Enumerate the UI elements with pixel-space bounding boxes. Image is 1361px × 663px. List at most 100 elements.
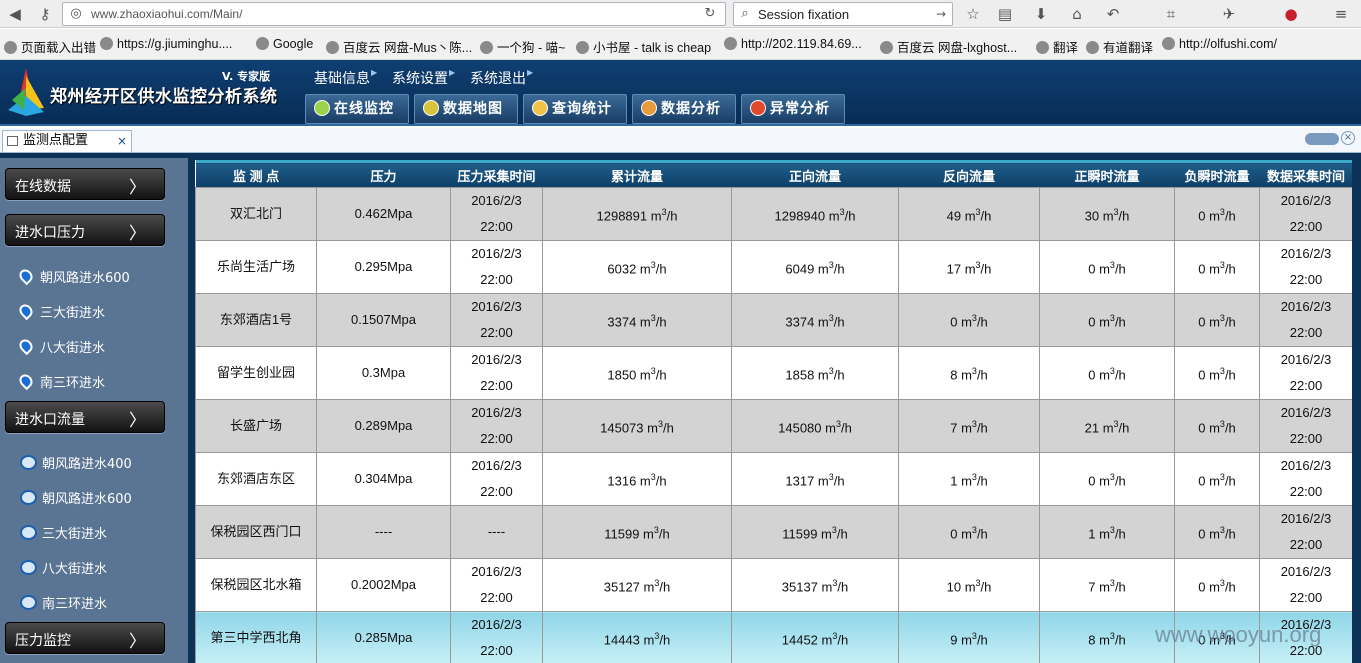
bookmark-item[interactable]: 小书屋 - talk is cheap [576,37,711,56]
crop-icon[interactable]: ⌗ [1160,3,1182,25]
unit-base: m [650,208,662,224]
unit-tail: /h [1118,208,1130,224]
cell-pos-inst: 21 m3/h [1039,399,1175,453]
unit-base: m [1209,526,1220,542]
sidebar-item[interactable]: 三大街进水 [20,523,107,549]
table-row[interactable]: 长盛广场 0.289Mpa 2016/2/3 22:00 145073 m3/h 1450… [195,399,1352,453]
bookmark-item[interactable]: 百度云 网盘-Mus丶陈... [326,37,472,56]
reading-list-icon[interactable]: ▤ [994,3,1016,25]
tab-close-icon[interactable]: × [117,131,127,151]
unit-tail: /h [833,473,845,489]
nav-query-stats-button[interactable]: 查询统计 [523,94,627,124]
cell-value: 10 [946,579,962,595]
bookmark-star-icon[interactable]: ☆ [962,3,984,25]
table-row[interactable]: 东郊酒店1号 0.1507Mpa 2016/2/3 22:00 3374 m3/h 337… [195,293,1352,347]
cell-forward: 1317 m3/h [731,452,899,506]
cell-date: 2016/2/3 [1280,246,1332,261]
reload-icon[interactable]: ↻ [699,3,721,25]
search-input[interactable]: Session fixation [758,7,849,22]
cell-date: 2016/2/3 [1280,193,1332,208]
sidebar-section-inlet-pressure[interactable]: 进水口压力〉 [5,214,165,246]
unit-base: m [639,314,651,330]
search-box[interactable]: ⌕ Session fixation → [733,2,953,26]
cell-total: 1298891 m3/h [542,187,732,241]
menu-system-exit[interactable]: 系统退出▶ [470,68,533,88]
bookmark-item[interactable]: 百度云 网盘-lxghost... [880,37,1017,56]
bookmark-item[interactable]: Google [256,37,313,51]
bookmark-item[interactable]: http://olfushi.com/ [1162,37,1277,51]
location-pin-icon [16,371,36,391]
nav-online-monitor-button[interactable]: 在线监控 [305,94,409,124]
plugin-icon[interactable]: ✈ [1218,3,1240,25]
close-all-icon[interactable]: × [1341,131,1355,145]
unit-base: m [961,526,972,542]
nav-data-map-button[interactable]: 数据地图 [414,94,518,124]
table-row[interactable]: 保税园区西门口 ---- ---- 11599 m3/h 11599 m3/h 0 m3/… [195,505,1352,559]
menu-icon[interactable]: ≡ [1330,3,1352,25]
bookmark-item[interactable]: 翻译 [1036,37,1078,56]
sidebar-item[interactable]: 南三环进水 [16,371,105,398]
flow-meter-icon [20,525,37,540]
sidebar-item[interactable]: 朝风路进水400 [20,453,132,479]
home-icon[interactable]: ⌂ [1066,3,1088,25]
sidebar-item[interactable]: 朝风路进水600 [16,266,130,293]
addon-icon[interactable]: ● [1280,3,1302,25]
unit-base: m [643,579,655,595]
table-row[interactable]: 东郊酒店东区 0.304Mpa 2016/2/3 22:00 1316 m3/h 1317… [195,452,1352,506]
page-icon [1036,41,1049,54]
bookmark-item[interactable]: 有道翻译 [1086,37,1153,56]
unit-tail: /h [841,420,852,436]
nav-anomaly-analysis-button[interactable]: 异常分析 [741,94,845,124]
cell-pressure: 0.295Mpa [316,240,451,294]
bookmark-item[interactable]: 页面载入出错 [4,37,96,56]
cell-time: 22:00 [480,378,513,393]
unit-base: m [639,473,651,489]
sidebar-section-pressure-monitor[interactable]: 压力监控〉 [5,622,165,654]
menu-system-settings[interactable]: 系统设置▶ [392,68,455,88]
page-icon [1086,41,1099,54]
cell-pos-inst: 0 m3/h [1039,293,1175,347]
download-icon[interactable]: ⬇ [1030,3,1052,25]
tab-scroll-arrows-icon[interactable] [1305,133,1339,145]
sidebar-section-inlet-flow[interactable]: 进水口流量〉 [5,401,165,433]
sidebar-item[interactable]: 八大街进水 [16,336,105,363]
back-icon[interactable]: ◀ [4,3,26,25]
sidebar-item[interactable]: 八大街进水 [20,558,107,584]
sidebar-item[interactable]: 南三环进水 [20,593,107,619]
unit-tail: /h [655,367,667,383]
unit-tail: /h [655,261,667,277]
cell-pos-inst: 0 m3/h [1039,452,1175,506]
bookmark-item[interactable]: http://202.119.84.69... [724,37,862,51]
tab-monitor-config[interactable]: 监测点配置 × [2,130,132,152]
unit-base: m [643,632,655,648]
key-icon[interactable]: ⚷ [34,3,56,25]
unit-tail: /h [976,632,988,648]
page-icon [480,41,493,54]
column-header: 正瞬时流量 [1039,160,1175,188]
cell-pos-inst: 30 m3/h [1039,187,1175,241]
table-row[interactable]: 乐尚生活广场 0.295Mpa 2016/2/3 22:00 6032 m3/h 6049… [195,240,1352,294]
nav-data-analysis-button[interactable]: 数据分析 [632,94,736,124]
menu-basic-info[interactable]: 基础信息▶ [314,68,377,88]
table-row[interactable]: 双汇北门 0.462Mpa 2016/2/3 22:00 1298891 m3/h 129… [195,187,1352,241]
bookmark-item[interactable]: https://g.jiuminghu.... [100,37,232,51]
unit-tail: /h [1224,526,1236,542]
sidebar-item[interactable]: 三大街进水 [16,301,105,328]
undo-icon[interactable]: ↶ [1102,3,1124,25]
cell-value: 3374 [785,314,815,330]
cell-value: 6049 [785,261,815,277]
table-body: 双汇北门 0.462Mpa 2016/2/3 22:00 1298891 m3/h 129… [195,187,1352,663]
table-row[interactable]: 留学生创业园 0.3Mpa 2016/2/3 22:00 1850 m3/h 1858 m… [195,346,1352,400]
unit-tail: /h [659,632,671,648]
sidebar-item[interactable]: 朝风路进水600 [20,488,132,514]
go-arrow-icon[interactable]: → [930,3,952,25]
url-bar[interactable]: ◎ www.zhaoxiaohui.com/Main/ ↻ [62,2,726,26]
cell-total: 14443 m3/h [542,611,732,663]
map-icon [423,100,439,116]
cell-time: 22:00 [480,272,513,287]
bookmark-item[interactable]: 一个狗 - 喵~ [480,37,565,56]
table-row[interactable]: 保税园区北水箱 0.2002Mpa 2016/2/3 22:00 35127 m3/h 3… [195,558,1352,612]
cell-value: 0 [1198,526,1206,542]
sidebar-section-online-data[interactable]: 在线数据〉 [5,168,165,200]
cell-total: 1316 m3/h [542,452,732,506]
